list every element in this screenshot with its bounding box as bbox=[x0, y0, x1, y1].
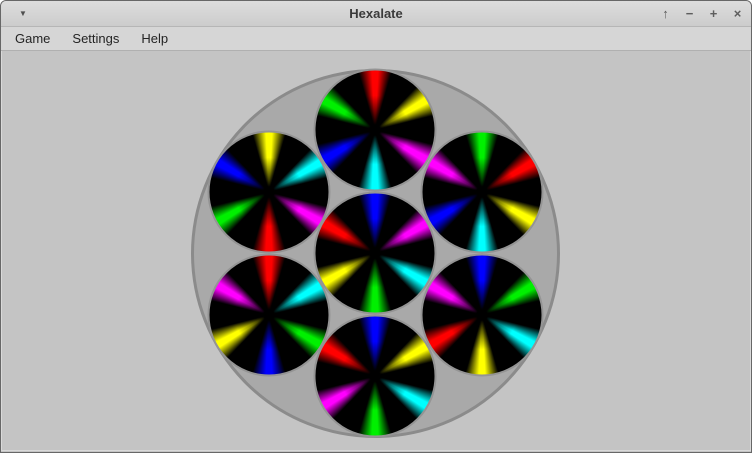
disc-top[interactable] bbox=[314, 69, 437, 192]
window-title: Hexalate bbox=[1, 6, 751, 21]
close-button-icon[interactable]: × bbox=[730, 6, 745, 21]
shade-button-icon[interactable]: ↑ bbox=[658, 6, 673, 21]
menu-item-settings[interactable]: Settings bbox=[61, 28, 130, 49]
menu-item-help[interactable]: Help bbox=[130, 28, 179, 49]
window-buttons: ↑ − + × bbox=[658, 1, 745, 26]
disc-top-right[interactable] bbox=[420, 130, 543, 253]
window-menu-icon[interactable]: ▼ bbox=[19, 1, 27, 26]
menubar: Game Settings Help bbox=[1, 27, 751, 51]
menu-item-game[interactable]: Game bbox=[4, 28, 61, 49]
maximize-button-icon[interactable]: + bbox=[706, 6, 721, 21]
disc-center[interactable] bbox=[314, 192, 437, 315]
game-canvas bbox=[1, 51, 751, 451]
titlebar[interactable]: ▼ Hexalate ↑ − + × bbox=[1, 1, 751, 27]
hexalate-window: ▼ Hexalate ↑ − + × Game Settings Help bbox=[0, 0, 752, 453]
disc-top-left[interactable] bbox=[207, 130, 330, 253]
minimize-button-icon[interactable]: − bbox=[682, 6, 697, 21]
disc-bottom-left[interactable] bbox=[207, 253, 330, 376]
disc-bottom-right[interactable] bbox=[420, 253, 543, 376]
disc-bottom[interactable] bbox=[314, 315, 437, 438]
